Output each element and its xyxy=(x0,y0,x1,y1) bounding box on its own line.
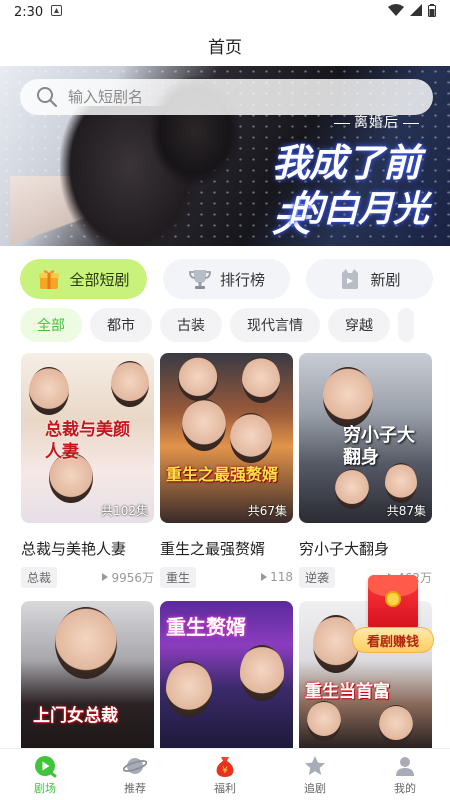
svg-text:¥: ¥ xyxy=(222,766,228,776)
category-new[interactable]: 新剧 xyxy=(306,259,433,299)
poster-title: 总裁与美颜人妻 xyxy=(45,420,130,462)
drama-title: 穷小子大翻身 xyxy=(299,540,390,558)
drama-poster[interactable]: 重生赘婿 xyxy=(160,601,293,748)
category-row: 全部短剧 排行榜 新剧 xyxy=(20,259,433,299)
poster-actor xyxy=(29,367,69,415)
nav-theater[interactable]: 剧场 xyxy=(0,749,90,800)
drama-meta: 重生 118 xyxy=(160,566,293,588)
person-icon xyxy=(393,754,417,778)
notification-icon xyxy=(51,4,63,20)
drama-card[interactable]: 总裁与美颜人妻 共102集 总裁与美艳人妻 总裁 9956万 xyxy=(21,353,154,588)
banner-subtitle: 离婚后 xyxy=(330,112,423,132)
star-icon xyxy=(303,754,327,778)
poster-actress xyxy=(379,705,413,745)
poster-title: 重生之最强赘婿 xyxy=(166,465,279,484)
episode-count: 共67集 xyxy=(247,504,287,518)
poster-actor xyxy=(178,357,218,401)
poster-actress xyxy=(335,469,369,509)
page-header: 首页 xyxy=(0,24,450,66)
nav-label: 我的 xyxy=(394,781,416,795)
drama-title: 总裁与美艳人妻 xyxy=(21,540,127,558)
drama-genre-tag: 重生 xyxy=(160,566,197,588)
play-count-value: 9956万 xyxy=(111,570,154,585)
battery-icon xyxy=(428,3,436,21)
nav-label: 剧场 xyxy=(34,781,56,795)
poster-actress xyxy=(242,357,280,403)
category-all-dramas[interactable]: 全部短剧 xyxy=(20,259,147,299)
genre-tag-row: 全部 都市 古装 现代言情 穿越 xyxy=(20,308,450,342)
wifi-icon xyxy=(388,4,404,20)
page-title: 首页 xyxy=(208,37,242,58)
drama-poster[interactable]: 重生之最强赘婿 共67集 xyxy=(160,353,293,523)
gift-box-icon xyxy=(37,267,61,291)
category-label: 排行榜 xyxy=(219,270,265,289)
trophy-icon xyxy=(188,267,212,291)
poster-title: 重生当首富 xyxy=(305,682,390,702)
tag-modern-romance[interactable]: 现代言情 xyxy=(230,308,320,342)
episode-count: 共102集 xyxy=(101,504,148,518)
planet-icon xyxy=(122,754,148,778)
drama-card[interactable]: 穷小子大翻身 共87集 穷小子大翻身 逆袭 462万 xyxy=(299,353,432,588)
theater-play-icon xyxy=(33,754,57,778)
red-envelope-reward[interactable]: 看剧赚钱 xyxy=(352,575,434,657)
tag-more-partial[interactable] xyxy=(398,308,414,342)
drama-card[interactable]: 重生赘婿 xyxy=(160,601,293,748)
red-envelope-label: 看剧赚钱 xyxy=(352,627,434,653)
poster-title: 重生赘婿 xyxy=(166,615,246,639)
play-count: 9956万 xyxy=(102,569,154,586)
poster-title: 穷小子大翻身 xyxy=(343,425,415,468)
poster-actress xyxy=(230,413,272,463)
poster-actor xyxy=(385,463,417,503)
episode-count: 共87集 xyxy=(386,504,426,518)
drama-title: 重生之最强赘婿 xyxy=(160,540,266,558)
poster-actress xyxy=(55,607,117,679)
play-count: 118 xyxy=(261,570,293,584)
tag-urban[interactable]: 都市 xyxy=(90,308,152,342)
poster-actor xyxy=(111,361,149,407)
category-ranking[interactable]: 排行榜 xyxy=(163,259,290,299)
nav-profile[interactable]: 我的 xyxy=(360,749,450,800)
drama-card[interactable]: 重生之最强赘婿 共67集 重生之最强赘婿 重生 118 xyxy=(160,353,293,588)
nav-label: 推荐 xyxy=(124,781,146,795)
poster-actor xyxy=(323,367,373,427)
tag-time-travel[interactable]: 穿越 xyxy=(328,308,390,342)
status-bar: 2:30 xyxy=(0,0,450,24)
banner-title-line2: 的白月光 xyxy=(288,188,429,230)
drama-poster[interactable]: 总裁与美颜人妻 共102集 xyxy=(21,353,154,523)
nav-label: 追剧 xyxy=(304,781,326,795)
bottom-nav: 剧场 推荐 ¥ 福利 追剧 我的 xyxy=(0,748,450,800)
poster-actress xyxy=(166,661,212,717)
signal-icon xyxy=(410,4,422,20)
nav-follow[interactable]: 追剧 xyxy=(270,749,360,800)
nav-welfare[interactable]: ¥ 福利 xyxy=(180,749,270,800)
poster-actor xyxy=(307,701,341,741)
new-badge-icon xyxy=(338,267,362,291)
poster-title: 上门女总裁 xyxy=(33,706,118,726)
drama-poster[interactable]: 上门女总裁 xyxy=(21,601,154,748)
nav-label: 福利 xyxy=(214,781,236,795)
play-icon xyxy=(102,573,109,581)
poster-actor xyxy=(240,645,284,701)
tag-all[interactable]: 全部 xyxy=(20,308,82,342)
play-count-value: 118 xyxy=(270,570,293,584)
red-envelope-seal xyxy=(385,591,401,607)
category-label: 新剧 xyxy=(370,270,401,289)
search-bar[interactable] xyxy=(20,79,433,115)
drama-genre-tag: 总裁 xyxy=(21,566,58,588)
drama-poster[interactable]: 穷小子大翻身 共87集 xyxy=(299,353,432,523)
nav-recommend[interactable]: 推荐 xyxy=(90,749,180,800)
drama-genre-tag: 逆袭 xyxy=(299,566,336,588)
category-label: 全部短剧 xyxy=(69,270,130,289)
search-icon xyxy=(36,86,58,108)
drama-meta: 总裁 9956万 xyxy=(21,566,154,588)
status-time: 2:30 xyxy=(14,4,44,20)
search-input[interactable] xyxy=(68,88,368,106)
poster-actor xyxy=(182,399,226,451)
money-bag-icon: ¥ xyxy=(213,754,237,778)
tag-costume[interactable]: 古装 xyxy=(160,308,222,342)
play-icon xyxy=(261,573,268,581)
drama-card[interactable]: 上门女总裁 xyxy=(21,601,154,748)
